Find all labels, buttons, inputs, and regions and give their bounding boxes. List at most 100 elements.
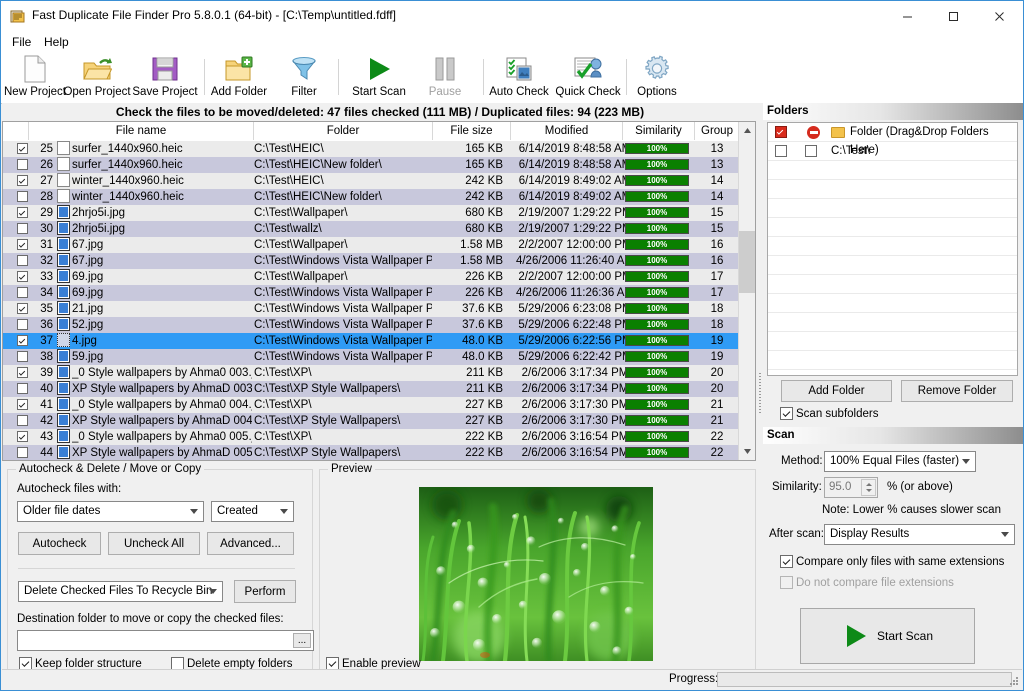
browse-button[interactable]: ...: [293, 633, 311, 648]
folders-list-row-empty[interactable]: [768, 161, 1017, 180]
scroll-down-arrow-icon[interactable]: [739, 443, 755, 460]
row-checkbox[interactable]: [17, 287, 28, 298]
folder-include-checkbox[interactable]: [775, 145, 787, 157]
row-checkbox[interactable]: [17, 303, 28, 314]
table-row[interactable]: 374.jpgC:\Test\Windows Vista Wallpaper P…: [3, 333, 755, 349]
menu-item-file[interactable]: File: [5, 34, 38, 50]
row-checkbox[interactable]: [17, 271, 28, 282]
folder-exclude-checkbox[interactable]: [805, 145, 817, 157]
row-checkbox[interactable]: [17, 351, 28, 362]
table-row[interactable]: 26surfer_1440x960.heicC:\Test\HEIC\New f…: [3, 157, 755, 173]
table-row[interactable]: 3469.jpgC:\Test\Windows Vista Wallpaper …: [3, 285, 755, 301]
row-checkbox[interactable]: [17, 319, 28, 330]
after-scan-select[interactable]: Display Results: [824, 524, 1015, 545]
row-checkbox[interactable]: [17, 191, 28, 202]
table-row[interactable]: 44XP Style wallpapers by AhmaD 005.jpgC:…: [3, 445, 755, 460]
folders-list-row-empty[interactable]: [768, 256, 1017, 275]
row-checkbox[interactable]: [17, 415, 28, 426]
scrollbar-track[interactable]: [739, 139, 755, 443]
minimize-button[interactable]: [884, 1, 930, 31]
folders-list-row-empty[interactable]: [768, 294, 1017, 313]
no-extensions-checkbox[interactable]: [780, 576, 793, 589]
row-checkbox[interactable]: [17, 223, 28, 234]
column-header-file-name[interactable]: File name: [29, 122, 254, 140]
toolbar-button-new-project[interactable]: New Project: [7, 53, 63, 101]
toolbar-button-options[interactable]: Options: [631, 53, 683, 101]
table-row[interactable]: 42XP Style wallpapers by AhmaD 004.jpgC:…: [3, 413, 755, 429]
toolbar-button-filter[interactable]: Filter: [276, 53, 332, 101]
folders-list-row-empty[interactable]: [768, 370, 1017, 376]
row-checkbox[interactable]: [17, 175, 28, 186]
toolbar-button-pause[interactable]: Pause: [417, 53, 473, 101]
row-checkbox[interactable]: [17, 255, 28, 266]
table-row[interactable]: 39_0 Style wallpapers by Ahma0 003.jpgC:…: [3, 365, 755, 381]
folders-list-row-empty[interactable]: [768, 275, 1017, 294]
column-header-modified[interactable]: Modified: [511, 122, 623, 140]
toolbar-button-quick-check[interactable]: Quick Check: [554, 53, 622, 101]
column-header-file-size[interactable]: File size: [433, 122, 511, 140]
remove-folder-button[interactable]: Remove Folder: [901, 380, 1013, 402]
folders-list-row-empty[interactable]: [768, 180, 1017, 199]
add-folder-button[interactable]: Add Folder: [781, 380, 892, 402]
method-select[interactable]: 100% Equal Files (faster): [824, 451, 976, 472]
column-header-folder[interactable]: Folder: [254, 122, 433, 140]
folders-list-row[interactable]: C:\Test\: [768, 142, 1017, 161]
table-row[interactable]: 3652.jpgC:\Test\Windows Vista Wallpaper …: [3, 317, 755, 333]
table-row[interactable]: 41_0 Style wallpapers by Ahma0 004.jpgC:…: [3, 397, 755, 413]
same-extensions-checkbox[interactable]: [780, 555, 793, 568]
row-checkbox[interactable]: [17, 159, 28, 170]
uncheck-all-button[interactable]: Uncheck All: [108, 532, 200, 555]
stop-sign-icon[interactable]: [807, 126, 820, 139]
action-select[interactable]: Delete Checked Files To Recycle Bin: [18, 581, 223, 602]
table-row[interactable]: 3859.jpgC:\Test\Windows Vista Wallpaper …: [3, 349, 755, 365]
column-header-check[interactable]: [3, 122, 29, 140]
similarity-spinner[interactable]: 95.0: [824, 477, 878, 498]
toolbar-button-open-project[interactable]: Open Project: [65, 53, 129, 101]
destination-input[interactable]: ...: [17, 630, 314, 651]
column-header-group[interactable]: Group: [695, 122, 739, 140]
advanced-button[interactable]: Advanced...: [207, 532, 294, 555]
column-header-similarity[interactable]: Similarity: [623, 122, 695, 140]
table-row[interactable]: 3369.jpgC:\Test\Wallpaper\226 KB2/2/2007…: [3, 269, 755, 285]
table-row[interactable]: 28winter_1440x960.heicC:\Test\HEIC\New f…: [3, 189, 755, 205]
row-checkbox[interactable]: [17, 239, 28, 250]
include-all-checkbox[interactable]: [775, 126, 787, 138]
scrollbar-thumb[interactable]: [739, 231, 755, 293]
table-row[interactable]: 3521.jpgC:\Test\Windows Vista Wallpaper …: [3, 301, 755, 317]
row-checkbox[interactable]: [17, 335, 28, 346]
folders-list[interactable]: Folder (Drag&Drop Folders Here) C:\Test\: [767, 122, 1018, 376]
table-row[interactable]: 25surfer_1440x960.heicC:\Test\HEIC\165 K…: [3, 141, 755, 157]
table-row[interactable]: 3267.jpgC:\Test\Windows Vista Wallpaper …: [3, 253, 755, 269]
row-checkbox[interactable]: [17, 207, 28, 218]
maximize-button[interactable]: [930, 1, 976, 31]
file-list-scrollbar[interactable]: [738, 122, 755, 460]
toolbar-button-start-scan[interactable]: Start Scan: [343, 53, 415, 101]
row-checkbox[interactable]: [17, 447, 28, 458]
scan-subfolders-checkbox[interactable]: [780, 407, 793, 420]
autocheck-date-kind-select[interactable]: Created: [211, 501, 294, 522]
row-checkbox[interactable]: [17, 399, 28, 410]
table-row[interactable]: 40XP Style wallpapers by AhmaD 003.jpgC:…: [3, 381, 755, 397]
table-row[interactable]: 43_0 Style wallpapers by Ahma0 005.jpgC:…: [3, 429, 755, 445]
table-row[interactable]: 292hrjo5i.jpgC:\Test\Wallpaper\680 KB2/1…: [3, 205, 755, 221]
table-row[interactable]: 27winter_1440x960.heicC:\Test\HEIC\242 K…: [3, 173, 755, 189]
folders-list-row-empty[interactable]: [768, 199, 1017, 218]
autocheck-criteria-select[interactable]: Older file dates: [17, 501, 204, 522]
menu-item-help[interactable]: Help: [37, 34, 76, 50]
spinner-arrows-icon[interactable]: [861, 479, 876, 496]
toolbar-button-auto-check[interactable]: Auto Check: [488, 53, 550, 101]
folders-list-row-empty[interactable]: [768, 313, 1017, 332]
toolbar-button-save-project[interactable]: Save Project: [132, 53, 198, 101]
resize-grip-icon[interactable]: [1008, 675, 1020, 687]
row-checkbox[interactable]: [17, 431, 28, 442]
toolbar-button-add-folder[interactable]: Add Folder: [208, 53, 270, 101]
table-row[interactable]: 302hrjo5i.jpgC:\Test\wallz\680 KB2/19/20…: [3, 221, 755, 237]
autocheck-button[interactable]: Autocheck: [18, 532, 101, 555]
folders-list-row-empty[interactable]: [768, 332, 1017, 351]
close-button[interactable]: [976, 1, 1022, 31]
start-scan-button[interactable]: Start Scan: [800, 608, 975, 664]
folders-list-row-empty[interactable]: [768, 351, 1017, 370]
row-checkbox[interactable]: [17, 383, 28, 394]
folders-list-row-empty[interactable]: [768, 237, 1017, 256]
row-checkbox[interactable]: [17, 367, 28, 378]
